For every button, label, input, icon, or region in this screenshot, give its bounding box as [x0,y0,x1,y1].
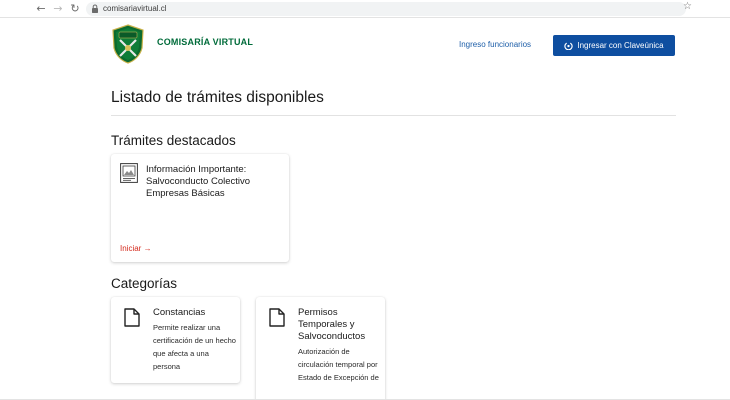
category-title: Permisos Temporales y Salvoconductos [298,307,366,342]
category-card-permisos[interactable]: Permisos Temporales y Salvoconductos Aut… [256,297,385,400]
category-description: Permite realizar una certificación de un… [153,323,236,371]
divider [111,115,676,116]
back-icon[interactable]: ← [34,2,48,16]
staff-login-link[interactable]: Ingreso funcionarios [459,40,531,49]
start-link[interactable]: Iniciar → [120,244,152,253]
featured-section-title: Trámites destacados [111,133,236,148]
document-icon [124,308,140,327]
address-bar[interactable]: comisariavirtual.cl [86,2,686,16]
browser-toolbar: ← → ↻ comisariavirtual.cl ☆ [0,0,730,18]
categories-section-title: Categorías [111,276,178,291]
category-card-constancias[interactable]: Constancias Permite realizar una certifi… [111,297,240,383]
document-icon [269,308,285,327]
star-icon[interactable]: ☆ [683,0,692,14]
lock-icon [92,4,98,13]
reload-icon[interactable]: ↻ [68,2,82,16]
featured-procedure-card[interactable]: Información Importante: Salvoconducto Co… [111,154,289,262]
url-text: comisariavirtual.cl [103,4,167,13]
carabineros-logo [112,24,144,64]
forward-icon[interactable]: → [51,2,65,16]
claveunica-login-button[interactable]: Ingresar con Claveúnica [553,35,675,56]
document-image-icon [120,163,138,183]
claveunica-login-label: Ingresar con Claveúnica [577,41,664,50]
brand-name[interactable]: COMISARÍA VIRTUAL [157,37,253,47]
category-title: Constancias [153,307,206,318]
claveunica-icon [564,42,573,50]
featured-card-title: Información Importante: Salvoconducto Co… [146,164,251,199]
page-title: Listado de trámites disponibles [111,89,324,106]
category-description: Autorización de circulación temporal por… [298,347,379,382]
